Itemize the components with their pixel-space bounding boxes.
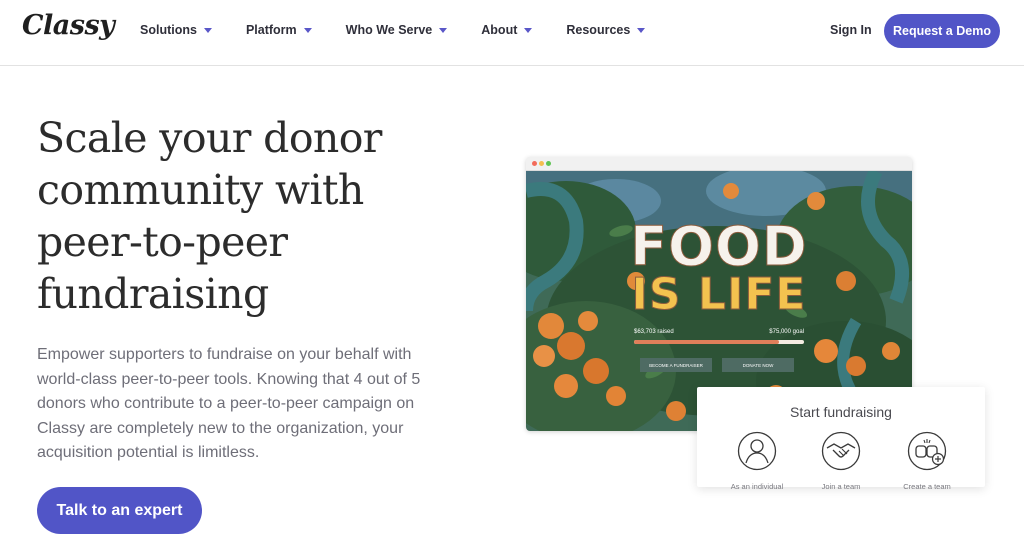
raised-value: $63,703: [634, 329, 656, 335]
window-maximize-dot: [546, 161, 551, 166]
nav-platform-label: Platform: [245, 23, 297, 37]
talk-to-expert-button[interactable]: Talk to an expert: [37, 487, 202, 534]
main-nav: Solutions Platform Who We Serve About Re…: [140, 23, 679, 37]
campaign-progress-fill: [634, 340, 779, 344]
nav-who-we-serve[interactable]: Who We Serve: [346, 23, 448, 37]
create-team-option[interactable]: Create a team: [889, 431, 965, 491]
nav-about[interactable]: About: [481, 23, 533, 37]
person-icon: [737, 431, 777, 471]
join-team-label: Join a team: [821, 482, 861, 491]
request-demo-button[interactable]: Request a Demo: [884, 14, 1000, 48]
nav-solutions[interactable]: Solutions: [140, 23, 212, 37]
create-team-label: Create a team: [903, 482, 951, 491]
browser-chrome-bar: [526, 157, 912, 171]
chevron-down-icon: [524, 28, 533, 33]
campaign-title-line2: IS LIFE: [631, 269, 807, 321]
hero-title: Scale your donor community with peer-to-…: [37, 114, 382, 318]
nav-about-label: About: [481, 23, 518, 37]
nav-platform[interactable]: Platform: [246, 23, 312, 37]
nav-resources[interactable]: Resources: [566, 23, 646, 37]
fundraise-as-individual-option[interactable]: As an individual: [719, 431, 795, 491]
individual-option-label: As an individual: [730, 482, 784, 491]
nav-resources-label: Resources: [566, 23, 631, 37]
donate-now-button[interactable]: DONATE NOW: [722, 358, 794, 372]
site-header: Classy Solutions Platform Who We Serve A…: [0, 0, 1024, 66]
goal-label: goal: [792, 329, 804, 335]
start-fundraising-title: Start fundraising: [790, 404, 892, 420]
window-minimize-dot: [539, 161, 544, 166]
sign-in-link[interactable]: Sign In: [830, 23, 872, 37]
start-fundraising-card: Start fundraising As an individual Join …: [697, 387, 985, 491]
window-close-dot: [532, 161, 537, 166]
goal-amount: $75,000 goal: [769, 329, 804, 335]
become-fundraiser-button[interactable]: BECOME A FUNDRAISER: [640, 358, 712, 372]
goal-value: $75,000: [769, 329, 791, 335]
handshake-icon: [821, 431, 861, 471]
fist-bump-plus-icon: [907, 431, 947, 471]
nav-solutions-label: Solutions: [140, 23, 197, 37]
chevron-down-icon: [637, 28, 646, 33]
join-team-option[interactable]: Join a team: [803, 431, 879, 491]
campaign-progress-bar: [634, 340, 804, 344]
nav-who-we-serve-label: Who We Serve: [345, 23, 433, 37]
classy-logo[interactable]: Classy: [22, 10, 115, 41]
raised-amount: $63,703 raised: [634, 329, 674, 335]
raised-label: raised: [657, 329, 674, 335]
chevron-down-icon: [439, 28, 448, 33]
hero-description: Empower supporters to fundraise on your …: [37, 346, 421, 461]
chevron-down-icon: [203, 28, 212, 33]
chevron-down-icon: [303, 28, 312, 33]
